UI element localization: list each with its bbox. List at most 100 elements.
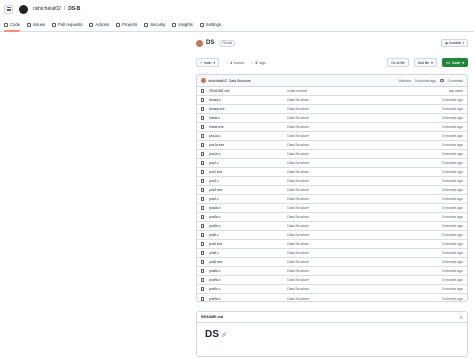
file-name-link[interactable]: pra1b.c — [209, 152, 287, 156]
file-commit-message[interactable]: Data Structure — [287, 125, 442, 129]
file-row[interactable]: pra6.exe Data Structure 3 minutes ago — [197, 240, 467, 249]
commit-author[interactable]: rishichelal02 — [208, 79, 227, 83]
file-commit-message[interactable]: Data Structure — [287, 116, 442, 120]
repo-title[interactable]: DS — [206, 40, 214, 46]
file-row[interactable]: pra5a.c Data Structure 3 minutes ago — [197, 213, 467, 222]
branch-select-button[interactable]: ⑂ main ▾ — [196, 58, 220, 67]
file-name-link[interactable]: pra8b.c — [209, 269, 287, 273]
avatar[interactable] — [196, 39, 203, 47]
file-name-link[interactable]: pra9b.c — [209, 278, 287, 282]
file-row[interactable]: linear.c Data Structure 3 minutes ago — [197, 114, 467, 123]
file-name-link[interactable]: README.md — [209, 89, 287, 93]
file-row[interactable]: pra9d.c Data Structure 3 minutes ago — [197, 294, 467, 301]
repo-link[interactable]: DS-B — [68, 6, 80, 12]
tags-link[interactable]: ⌂ 0 tags — [251, 61, 265, 65]
tab-insights[interactable]: Insights — [172, 18, 193, 32]
file-name-link[interactable]: pra5a.c — [209, 215, 287, 219]
file-name-link[interactable]: pra2.c — [209, 161, 287, 165]
file-commit-message[interactable]: Data Structure — [287, 188, 442, 192]
file-row[interactable]: pra4.c Data Structure 3 minutes ago — [197, 195, 467, 204]
file-name-link[interactable]: linear.exe — [209, 125, 287, 129]
file-name-link[interactable]: linear.c — [209, 116, 287, 120]
file-commit-message[interactable]: Data Structure — [287, 143, 442, 147]
file-row[interactable]: pra9b.c Data Structure 3 minutes ago — [197, 276, 467, 285]
file-row[interactable]: pra9c.c Data Structure 3 minutes ago — [197, 285, 467, 294]
file-commit-message[interactable]: Data Structure — [287, 179, 442, 183]
file-name-link[interactable]: pra4b.c — [209, 206, 287, 210]
file-name-link[interactable]: pra5b.c — [209, 224, 287, 228]
file-name-link[interactable]: pra1a.exe — [209, 143, 287, 147]
file-name-link[interactable]: pra3.exe — [209, 188, 287, 192]
file-name-link[interactable]: pra6.exe — [209, 242, 287, 246]
file-commit-message[interactable]: Data Structure — [287, 269, 442, 273]
tab-issues[interactable]: Issues — [27, 18, 45, 32]
file-commit-message[interactable]: Data Structure — [287, 260, 442, 264]
file-commit-message[interactable]: Data Structure — [287, 233, 442, 237]
file-name-link[interactable]: pra6.c — [209, 233, 287, 237]
file-name-link[interactable]: pra4.c — [209, 197, 287, 201]
file-commit-message[interactable]: Data Structure — [287, 134, 442, 138]
tab-code[interactable]: Code — [4, 18, 21, 32]
commit-count[interactable]: 2 commits — [448, 79, 463, 83]
file-row[interactable]: pra2.exe Data Structure 3 minutes ago — [197, 168, 467, 177]
commit-message[interactable]: Data Structure — [229, 79, 251, 83]
file-name-link[interactable]: pra2.exe — [209, 170, 287, 174]
file-commit-message[interactable]: Data Structure — [287, 224, 442, 228]
file-commit-message[interactable]: Data Structure — [287, 206, 442, 210]
file-commit-message[interactable]: Data Structure — [287, 152, 442, 156]
unwatch-button[interactable]: ◉ Unwatch 1 — [441, 39, 468, 47]
file-name-link[interactable]: binary.exe — [209, 107, 287, 111]
tab-pull-requests[interactable]: Pull requests — [52, 18, 82, 32]
file-row[interactable]: linear.exe Data Structure 3 minutes ago — [197, 123, 467, 132]
file-commit-message[interactable]: Data Structure — [287, 251, 442, 255]
file-row[interactable]: pra8.exe Data Structure 3 minutes ago — [197, 258, 467, 267]
file-commit-message[interactable]: Data Structure — [287, 161, 442, 165]
tab-settings[interactable]: Settings — [199, 18, 221, 32]
tab-security[interactable]: Security — [144, 18, 165, 32]
menu-icon[interactable] — [4, 4, 13, 14]
file-name-link[interactable]: pra9c.c — [209, 287, 287, 291]
file-name-link[interactable]: pra8.exe — [209, 260, 287, 264]
file-commit-message[interactable]: Data Structure — [287, 98, 442, 102]
tab-actions[interactable]: Actions — [89, 18, 109, 32]
file-name-link[interactable]: pra1a.c — [209, 134, 287, 138]
file-commit-message[interactable]: Data Structure — [287, 107, 442, 111]
file-row[interactable]: pra5b.c Data Structure 3 minutes ago — [197, 222, 467, 231]
go-to-file-button[interactable]: Go to file — [387, 58, 409, 67]
file-commit-message[interactable]: Data Structure — [287, 197, 442, 201]
file-row[interactable]: binary.c Data Structure 3 minutes ago — [197, 96, 467, 105]
file-row[interactable]: pra8b.c Data Structure 3 minutes ago — [197, 267, 467, 276]
readme-file-label[interactable]: README.md — [201, 315, 223, 319]
file-commit-message[interactable]: Initial commit — [287, 89, 449, 93]
link-icon[interactable]: 🔗 — [222, 332, 227, 337]
file-row[interactable]: pra3.c Data Structure 3 minutes ago — [197, 177, 467, 186]
file-commit-message[interactable]: Data Structure — [287, 278, 442, 282]
file-commit-message[interactable]: Data Structure — [287, 215, 442, 219]
pencil-icon[interactable]: ✎ — [460, 315, 463, 320]
owner-link[interactable]: rishichelal02 — [33, 6, 61, 12]
file-name-link[interactable]: binary.c — [209, 98, 287, 102]
file-name-link[interactable]: pra9d.c — [209, 297, 287, 301]
file-row[interactable]: pra1b.c Data Structure 3 minutes ago — [197, 150, 467, 159]
file-row[interactable]: pra3.exe Data Structure 3 minutes ago — [197, 186, 467, 195]
file-row[interactable]: binary.exe Data Structure 3 minutes ago — [197, 105, 467, 114]
file-name-link[interactable]: pra3.c — [209, 179, 287, 183]
file-row[interactable]: pra6.c Data Structure 3 minutes ago — [197, 231, 467, 240]
file-row[interactable]: pra4b.c Data Structure 3 minutes ago — [197, 204, 467, 213]
github-logo-icon[interactable] — [19, 4, 28, 14]
file-name-link[interactable]: pra8.c — [209, 251, 287, 255]
add-file-button[interactable]: Add file ▾ — [413, 58, 437, 67]
file-commit-message[interactable]: Data Structure — [287, 297, 442, 301]
file-row[interactable]: pra1a.c Data Structure 3 minutes ago — [197, 132, 467, 141]
file-commit-message[interactable]: Data Structure — [287, 170, 442, 174]
avatar[interactable] — [201, 78, 206, 83]
tab-projects[interactable]: Projects — [116, 18, 137, 32]
branches-link[interactable]: ⑂ 1 branch — [226, 61, 244, 65]
code-button[interactable]: <> Code ▾ — [441, 58, 468, 67]
file-row[interactable]: pra2.c Data Structure 3 minutes ago — [197, 159, 467, 168]
file-commit-message[interactable]: Data Structure — [287, 287, 442, 291]
file-row[interactable]: README.md Initial commit last week — [197, 87, 467, 96]
file-row[interactable]: pra1a.exe Data Structure 3 minutes ago — [197, 141, 467, 150]
file-commit-message[interactable]: Data Structure — [287, 242, 442, 246]
commit-hash[interactable]: 1fa4eea — [398, 79, 410, 83]
